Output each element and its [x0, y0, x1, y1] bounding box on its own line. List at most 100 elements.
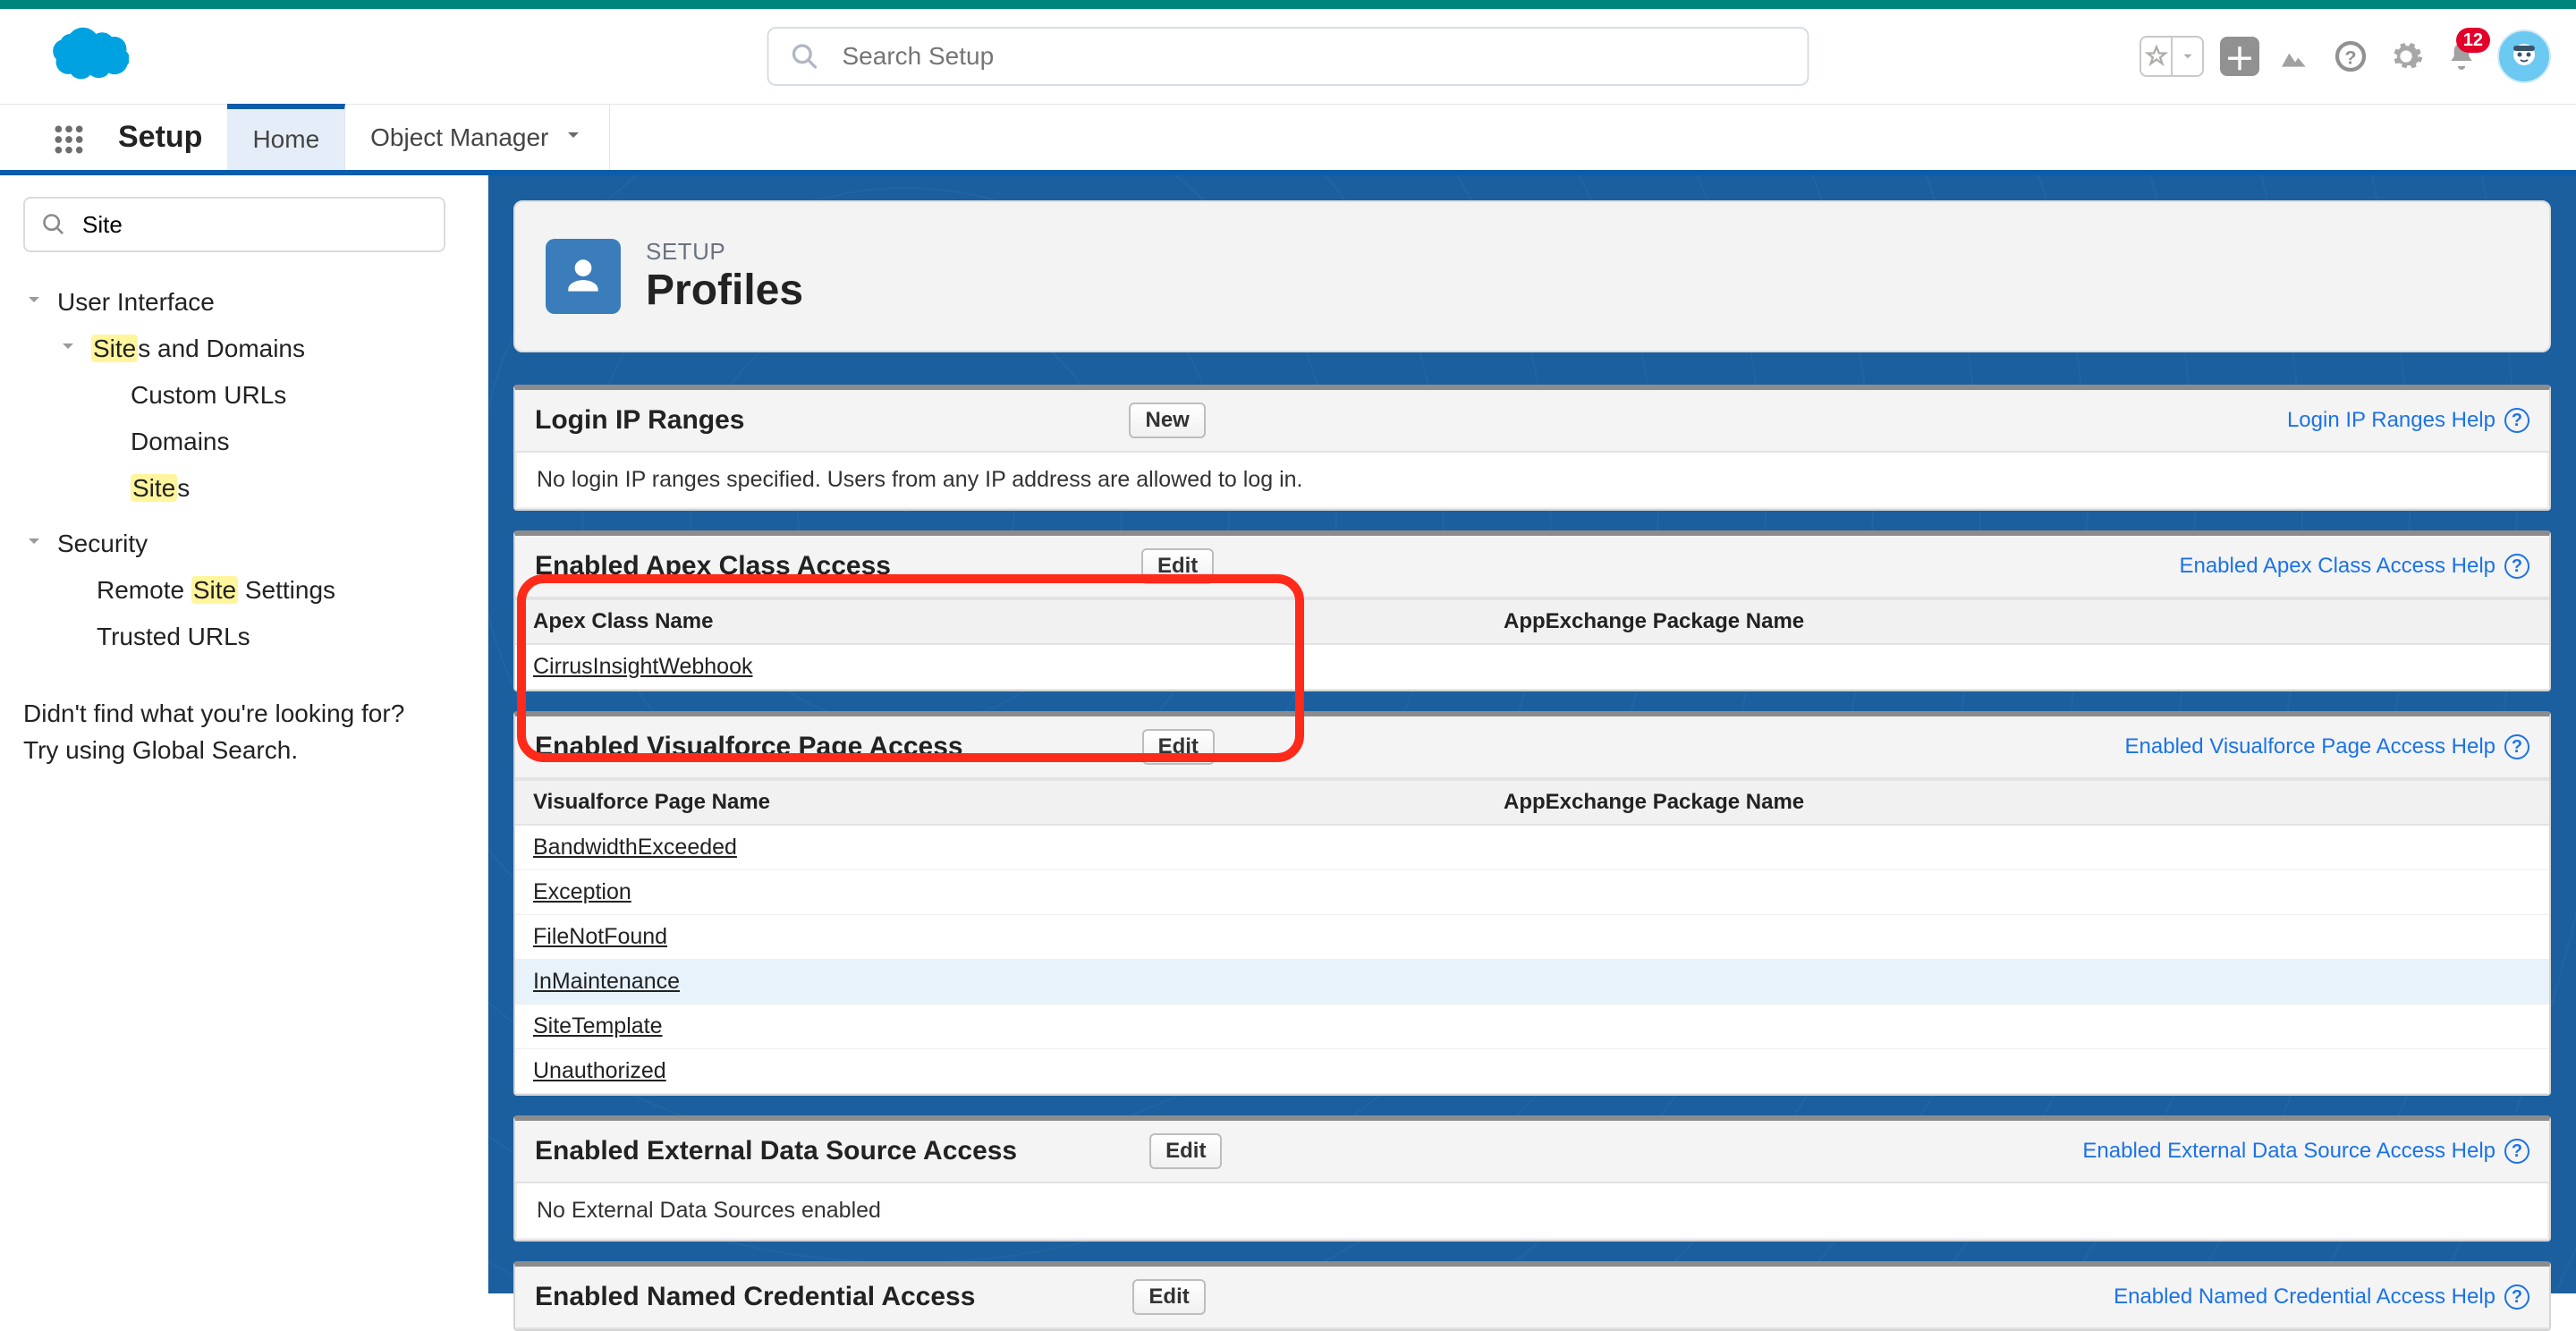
edit-button[interactable]: Edit — [1149, 1133, 1222, 1169]
help-icon[interactable]: ? — [2504, 1284, 2529, 1310]
table-row: CirrusInsightWebhook — [515, 645, 2549, 690]
chevron-down-icon — [563, 123, 584, 152]
window-top-strip — [0, 0, 2576, 9]
tree-leaf-custom-urls[interactable]: Custom URLs — [23, 372, 466, 419]
global-actions-button[interactable]: ＋ — [2220, 37, 2259, 76]
search-box[interactable] — [767, 27, 1809, 86]
quick-find-input[interactable] — [82, 211, 428, 239]
tab-object-manager-label: Object Manager — [370, 123, 548, 152]
section-login-ip-ranges: Login IP Ranges New Login IP Ranges Help… — [513, 385, 2551, 511]
tree-label: Sites — [131, 474, 190, 503]
trailhead-icon[interactable] — [2275, 37, 2315, 76]
chevron-down-icon — [23, 288, 54, 317]
chevron-down-icon — [23, 530, 54, 558]
notifications-icon[interactable]: 12 — [2442, 37, 2481, 76]
vf-page-link[interactable]: SiteTemplate — [533, 1013, 663, 1039]
help-link-external[interactable]: Enabled External Data Source Access Help — [2082, 1139, 2496, 1164]
vf-page-link[interactable]: InMaintenance — [533, 969, 680, 994]
section-title: Enabled External Data Source Access — [535, 1136, 1017, 1166]
table-header: Apex Class Name AppExchange Package Name — [515, 598, 2549, 645]
section-external-data: Enabled External Data Source Access Edit… — [513, 1115, 2551, 1242]
help-icon[interactable]: ? — [2504, 734, 2529, 759]
app-name: Setup — [118, 105, 227, 170]
tree-node-security[interactable]: Security — [23, 521, 466, 567]
quick-find[interactable] — [23, 197, 445, 252]
table-row: BandwidthExceeded — [515, 826, 2549, 870]
table-row: InMaintenance — [515, 960, 2549, 1005]
gear-icon[interactable] — [2386, 37, 2426, 76]
body: User Interface Sites and Domains Custom … — [0, 175, 2576, 1293]
tree-leaf-trusted-urls[interactable]: Trusted URLs — [23, 614, 466, 660]
tree-label: User Interface — [57, 288, 215, 317]
tab-object-manager[interactable]: Object Manager — [345, 105, 610, 170]
help-icon[interactable]: ? — [2504, 1139, 2529, 1164]
tree-node-user-interface[interactable]: User Interface — [23, 279, 466, 326]
vf-page-link[interactable]: Unauthorized — [533, 1058, 666, 1083]
apex-class-link[interactable]: CirrusInsightWebhook — [533, 654, 752, 679]
tree-label: Trusted URLs — [97, 623, 250, 651]
tree-label: Remote Site Settings — [97, 576, 335, 605]
app-launcher-icon[interactable] — [38, 108, 100, 171]
tree-leaf-domains[interactable]: Domains — [23, 419, 466, 465]
help-link-vf[interactable]: Enabled Visualforce Page Access Help — [2125, 734, 2496, 759]
header-actions: ＋ ? 12 — [2140, 30, 2551, 83]
new-button[interactable]: New — [1129, 403, 1205, 438]
sidebar-hint: Didn't find what you're looking for? Try… — [23, 696, 466, 768]
tree-leaf-remote-site-settings[interactable]: Remote Site Settings — [23, 567, 466, 614]
table-row: Unauthorized — [515, 1049, 2549, 1094]
avatar[interactable] — [2497, 30, 2551, 83]
global-header: ＋ ? 12 — [0, 9, 2576, 104]
section-title: Enabled Apex Class Access — [535, 551, 891, 581]
table-row: FileNotFound — [515, 915, 2549, 960]
global-search — [767, 27, 1809, 86]
vf-page-link[interactable]: BandwidthExceeded — [533, 835, 737, 860]
vf-page-link[interactable]: FileNotFound — [533, 924, 667, 949]
table-row: Exception — [515, 870, 2549, 915]
svg-text:?: ? — [2344, 46, 2356, 68]
notification-badge: 12 — [2456, 28, 2490, 53]
search-icon — [791, 42, 819, 71]
help-icon[interactable]: ? — [2504, 554, 2529, 579]
tree-label: Domains — [131, 428, 229, 456]
page-title: Profiles — [646, 266, 803, 315]
external-message: No External Data Sources enabled — [515, 1183, 2549, 1240]
help-link-apex[interactable]: Enabled Apex Class Access Help — [2179, 554, 2496, 579]
vf-page-link[interactable]: Exception — [533, 879, 631, 904]
section-named-credential: Enabled Named Credential Access Edit Ena… — [513, 1261, 2551, 1331]
help-icon[interactable]: ? — [2504, 408, 2529, 433]
help-link-login-ip[interactable]: Login IP Ranges Help — [2287, 408, 2496, 433]
tree-label: Custom URLs — [131, 381, 286, 410]
setup-sidebar: User Interface Sites and Domains Custom … — [0, 175, 488, 1293]
section-title: Login IP Ranges — [535, 405, 744, 436]
edit-button[interactable]: Edit — [1142, 729, 1215, 765]
section-title: Enabled Visualforce Page Access — [535, 732, 963, 762]
section-vf-access: Enabled Visualforce Page Access Edit Ena… — [513, 711, 2551, 1096]
page-eyebrow: SETUP — [646, 238, 803, 266]
table-header: Visualforce Page Name AppExchange Packag… — [515, 779, 2549, 826]
edit-button[interactable]: Edit — [1141, 548, 1214, 584]
table-row: SiteTemplate — [515, 1005, 2549, 1049]
page-header: SETUP Profiles — [513, 200, 2551, 352]
tree-leaf-sites[interactable]: Sites — [23, 465, 466, 512]
help-icon[interactable]: ? — [2331, 37, 2370, 76]
section-title: Enabled Named Credential Access — [535, 1282, 975, 1312]
login-ip-message: No login IP ranges specified. Users from… — [515, 453, 2549, 509]
star-icon[interactable] — [2141, 38, 2173, 75]
edit-button[interactable]: Edit — [1132, 1279, 1205, 1315]
search-input[interactable] — [843, 42, 1786, 71]
tree-label: Sites and Domains — [91, 335, 305, 363]
search-icon — [41, 212, 66, 237]
salesforce-logo[interactable] — [30, 18, 141, 95]
tree-node-sites-and-domains[interactable]: Sites and Domains — [23, 326, 466, 372]
section-apex-access: Enabled Apex Class Access Edit Enabled A… — [513, 530, 2551, 691]
help-link-named[interactable]: Enabled Named Credential Access Help — [2114, 1284, 2496, 1310]
tab-home-label: Home — [252, 125, 319, 154]
tree-label: Security — [57, 530, 148, 558]
context-bar: Setup Home Object Manager — [0, 104, 2576, 175]
main-panel: SETUP Profiles Login IP Ranges New Login… — [488, 175, 2576, 1293]
tab-home[interactable]: Home — [227, 104, 345, 170]
chevron-down-icon[interactable] — [2173, 38, 2202, 75]
chevron-down-icon — [57, 335, 88, 363]
profiles-icon — [546, 239, 621, 314]
favorites-control[interactable] — [2140, 36, 2204, 77]
